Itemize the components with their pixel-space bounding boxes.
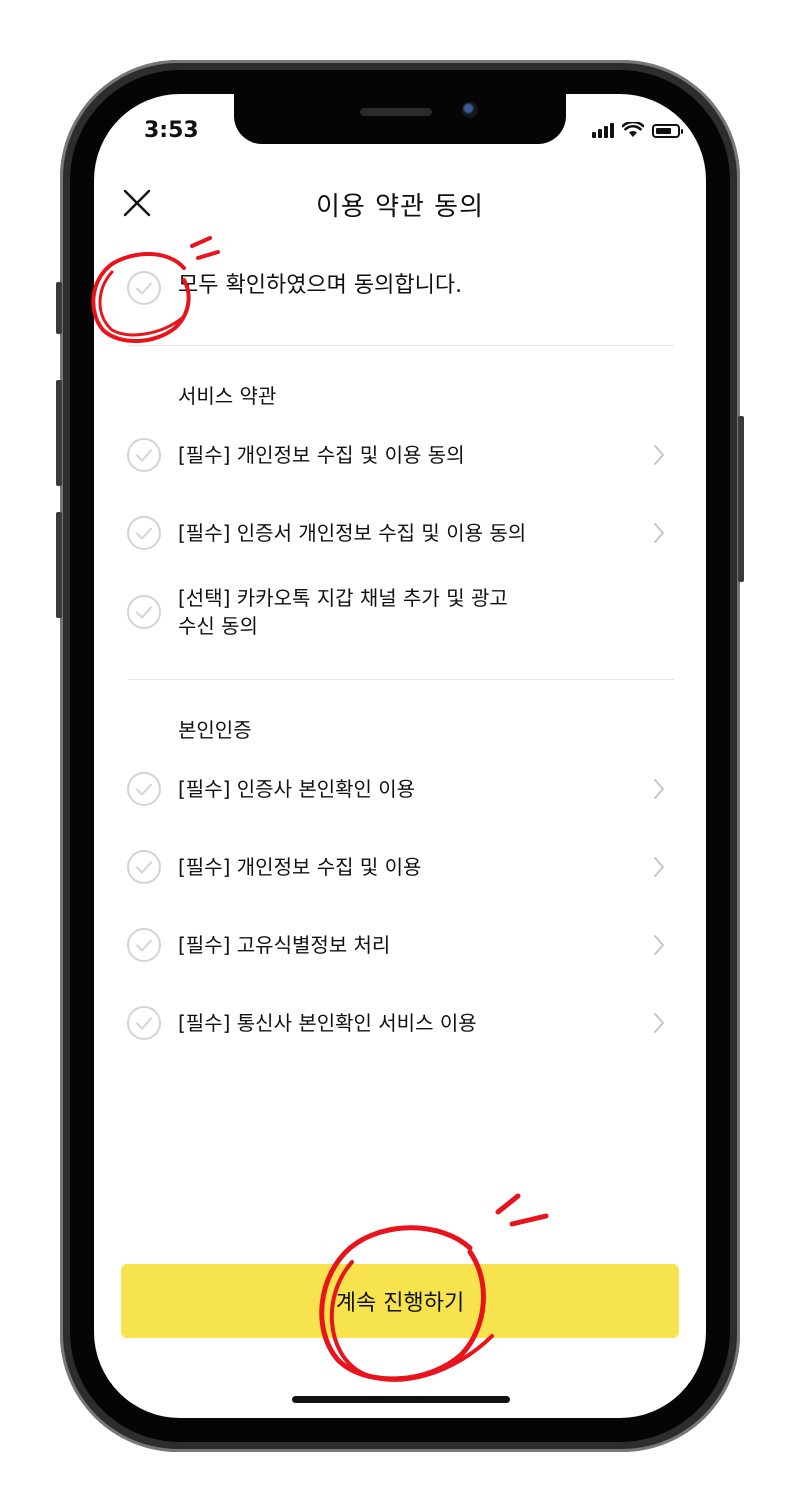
term-item-label[interactable]: [필수] 인증서 개인정보 수집 및 이용 동의 (178, 519, 526, 547)
term-item-label[interactable]: [필수] 인증사 본인확인 이용 (178, 775, 415, 803)
check-icon[interactable] (127, 516, 161, 550)
term-item-label[interactable]: [필수] 통신사 본인확인 서비스 이용 (178, 1009, 477, 1037)
signal-icon (592, 123, 614, 138)
continue-button[interactable]: 계속 진행하기 (121, 1264, 679, 1338)
notch (234, 94, 566, 144)
check-icon[interactable] (127, 928, 161, 962)
volume-up-button (56, 380, 62, 486)
divider (128, 345, 674, 346)
chevron-right-icon[interactable] (652, 934, 666, 956)
check-icon[interactable] (127, 772, 161, 806)
section-title-identity-verification: 본인인증 (178, 718, 252, 742)
header: 이용 약관 동의 (94, 182, 706, 222)
page-title: 이용 약관 동의 (315, 192, 485, 222)
term-item-label[interactable]: [필수] 개인정보 수집 및 이용 동의 (178, 441, 465, 469)
check-icon[interactable] (127, 595, 161, 629)
check-icon[interactable] (127, 438, 161, 472)
front-camera (462, 102, 478, 118)
term-item-label-line2[interactable]: 수신 동의 (178, 612, 258, 640)
chevron-right-icon[interactable] (652, 856, 666, 878)
battery-icon (652, 124, 683, 138)
divider (128, 679, 674, 680)
chevron-right-icon[interactable] (652, 444, 666, 466)
status-time: 3:53 (144, 118, 199, 143)
speaker-grille (360, 108, 432, 116)
term-item-label-line1[interactable]: [선택] 카카오톡 지갑 채널 추가 및 광고 (178, 584, 508, 612)
volume-down-button (56, 512, 62, 618)
term-item-label[interactable]: [필수] 고유식별정보 처리 (178, 931, 390, 959)
check-icon[interactable] (127, 850, 161, 884)
chevron-right-icon[interactable] (652, 778, 666, 800)
app-screen: 3:53 이용 약관 동의 모두 확인하였으며 동의합니다. 서비스 약관 [필… (94, 94, 706, 1418)
agree-all-check-icon[interactable] (127, 271, 161, 305)
home-indicator[interactable] (292, 1396, 510, 1403)
silent-switch (56, 282, 62, 334)
check-icon[interactable] (127, 1006, 161, 1040)
agree-all-label[interactable]: 모두 확인하였으며 동의합니다. (178, 272, 462, 300)
term-item-label[interactable]: [필수] 개인정보 수집 및 이용 (178, 853, 421, 881)
chevron-right-icon[interactable] (652, 522, 666, 544)
chevron-right-icon[interactable] (652, 1012, 666, 1034)
power-button (738, 416, 744, 582)
status-icons (592, 122, 683, 138)
section-title-service-terms: 서비스 약관 (178, 384, 277, 408)
wifi-icon (622, 122, 644, 137)
